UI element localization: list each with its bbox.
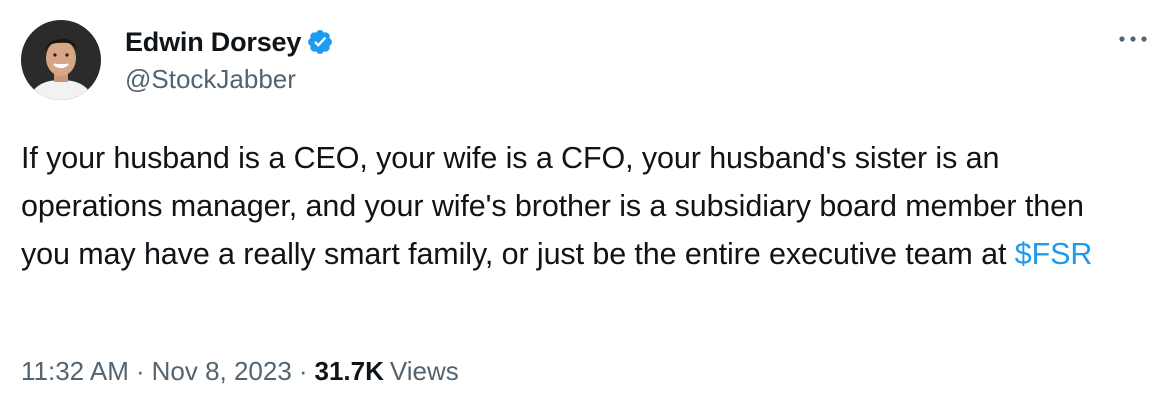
views-link[interactable]: 31.7K Views (315, 356, 459, 387)
tweet-time-link[interactable]: 11:32 AM (21, 356, 129, 387)
verified-badge-icon[interactable] (306, 28, 334, 56)
views-label: Views (389, 356, 459, 386)
meta-separator: · (298, 356, 308, 386)
tweet-date-link[interactable]: Nov 8, 2023 (152, 356, 292, 387)
tweet-text: If your husband is a CEO, your wife is a… (21, 134, 1131, 278)
tweet-date: Nov 8, 2023 (151, 356, 292, 386)
views-count: 31.7K (314, 356, 384, 386)
user-avatar-photo-icon (21, 20, 101, 100)
tweet-card: Edwin Dorsey @StockJabber If your husban… (0, 0, 1172, 410)
author-display-name[interactable]: Edwin Dorsey (125, 27, 301, 58)
avatar[interactable] (21, 20, 101, 100)
meta-separator: · (135, 356, 145, 386)
cashtag-link[interactable]: $FSR (1015, 237, 1093, 271)
more-options-icon[interactable] (1116, 26, 1150, 52)
author-handle[interactable]: @StockJabber (125, 64, 296, 95)
author-name-row: Edwin Dorsey (125, 24, 334, 60)
tweet-meta: 11:32 AM · Nov 8, 2023 · 31.7K Views (21, 356, 459, 387)
tweet-time: 11:32 AM (21, 356, 129, 386)
tweet-text-body: If your husband is a CEO, your wife is a… (21, 141, 1084, 271)
